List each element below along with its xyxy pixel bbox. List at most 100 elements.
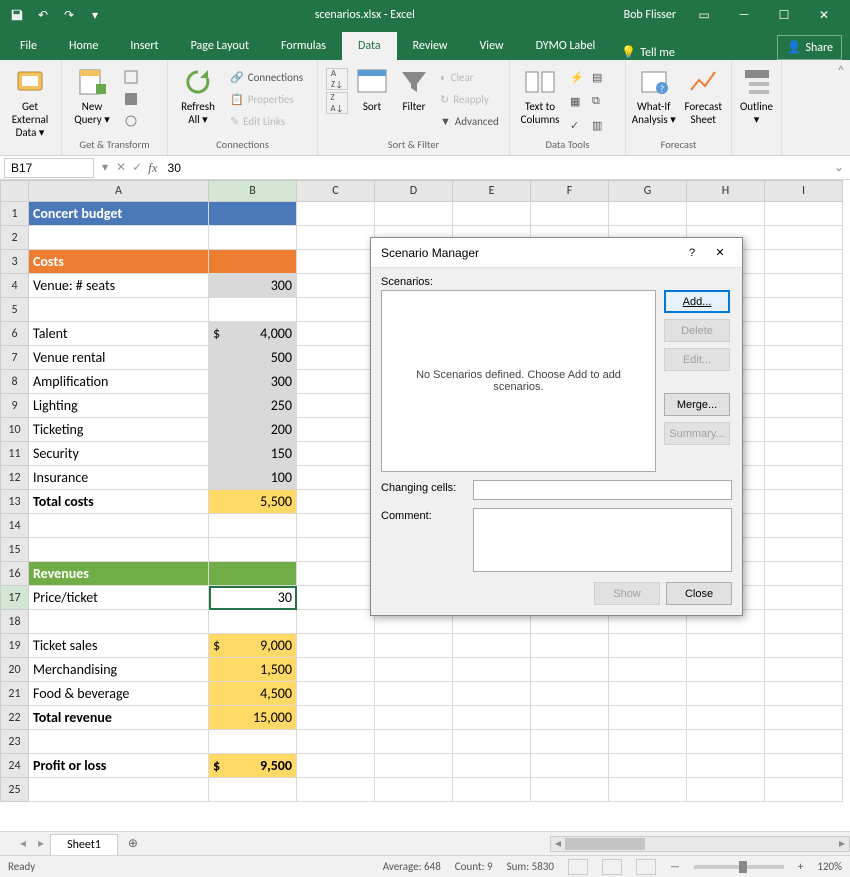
name-box[interactable]: [4, 158, 94, 178]
connections-button[interactable]: 🔗Connections: [226, 66, 307, 88]
cell-I6[interactable]: [765, 322, 843, 346]
cell-F21[interactable]: [531, 682, 609, 706]
namebox-dropdown[interactable]: ▾: [98, 160, 112, 175]
cell-I15[interactable]: [765, 538, 843, 562]
cell-D21[interactable]: [375, 682, 453, 706]
col-header-A[interactable]: A: [29, 181, 209, 202]
zoom-slider[interactable]: [694, 865, 784, 869]
cell-B3[interactable]: [209, 250, 297, 274]
cell-C14[interactable]: [297, 514, 375, 538]
cell-H20[interactable]: [687, 658, 765, 682]
scenarios-listbox[interactable]: No Scenarios defined. Choose Add to add …: [381, 290, 656, 472]
tab-review[interactable]: Review: [397, 32, 464, 60]
cell-B15[interactable]: [209, 538, 297, 562]
relationships-button[interactable]: ⧉: [590, 90, 610, 112]
sheet-nav-next[interactable]: ▸: [32, 836, 50, 851]
cell-B12[interactable]: 100: [209, 466, 297, 490]
cell-C20[interactable]: [297, 658, 375, 682]
cell-B21[interactable]: 4,500: [209, 682, 297, 706]
cell-I4[interactable]: [765, 274, 843, 298]
cell-G20[interactable]: [609, 658, 687, 682]
cell-B10[interactable]: 200: [209, 418, 297, 442]
cell-I14[interactable]: [765, 514, 843, 538]
cell-F22[interactable]: [531, 706, 609, 730]
cell-A17[interactable]: Price/ticket: [29, 586, 209, 610]
accept-formula-icon[interactable]: ✓: [132, 160, 142, 175]
cell-C22[interactable]: [297, 706, 375, 730]
cell-A16[interactable]: Revenues: [29, 562, 209, 586]
data-validation-button[interactable]: ✓: [568, 114, 588, 136]
row-header-12[interactable]: 12: [1, 466, 29, 490]
cell-A2[interactable]: [29, 226, 209, 250]
cell-C8[interactable]: [297, 370, 375, 394]
cell-I2[interactable]: [765, 226, 843, 250]
cell-A14[interactable]: [29, 514, 209, 538]
cell-H23[interactable]: [687, 730, 765, 754]
col-header-I[interactable]: I: [765, 181, 843, 202]
collapse-ribbon-button[interactable]: ^: [838, 64, 844, 78]
cell-A7[interactable]: Venue rental: [29, 346, 209, 370]
cell-F19[interactable]: [531, 634, 609, 658]
sort-za-button[interactable]: ZA↓: [326, 92, 348, 114]
cell-I11[interactable]: [765, 442, 843, 466]
cell-H1[interactable]: [687, 202, 765, 226]
cell-I24[interactable]: [765, 754, 843, 778]
cell-A13[interactable]: Total costs: [29, 490, 209, 514]
cell-C3[interactable]: [297, 250, 375, 274]
minimize-button[interactable]: —: [724, 3, 764, 27]
maximize-button[interactable]: ☐: [764, 3, 804, 27]
cell-B16[interactable]: [209, 562, 297, 586]
cell-C16[interactable]: [297, 562, 375, 586]
cell-B2[interactable]: [209, 226, 297, 250]
cell-C25[interactable]: [297, 778, 375, 802]
consolidate-button[interactable]: ▤: [590, 66, 610, 88]
comment-field[interactable]: [473, 508, 732, 572]
row-header-19[interactable]: 19: [1, 634, 29, 658]
cell-B17[interactable]: 30: [209, 586, 297, 610]
tab-insert[interactable]: Insert: [114, 32, 174, 60]
cell-A9[interactable]: Lighting: [29, 394, 209, 418]
cell-E1[interactable]: [453, 202, 531, 226]
cancel-formula-icon[interactable]: ✕: [116, 160, 126, 175]
outline-button[interactable]: Outline ▾: [736, 62, 777, 136]
tab-view[interactable]: View: [464, 32, 520, 60]
cell-A3[interactable]: Costs: [29, 250, 209, 274]
sort-az-button[interactable]: AZ↓: [326, 68, 348, 90]
cell-E25[interactable]: [453, 778, 531, 802]
cell-I22[interactable]: [765, 706, 843, 730]
row-header-20[interactable]: 20: [1, 658, 29, 682]
zoom-in-button[interactable]: +: [798, 860, 803, 873]
close-window-button[interactable]: ✕: [804, 3, 844, 27]
row-header-16[interactable]: 16: [1, 562, 29, 586]
page-layout-view-button[interactable]: [602, 859, 622, 875]
row-header-11[interactable]: 11: [1, 442, 29, 466]
properties-button[interactable]: 📋Properties: [226, 88, 307, 110]
row-header-18[interactable]: 18: [1, 610, 29, 634]
cell-B22[interactable]: 15,000: [209, 706, 297, 730]
cell-D1[interactable]: [375, 202, 453, 226]
cell-A24[interactable]: Profit or loss: [29, 754, 209, 778]
from-table-button[interactable]: [120, 88, 142, 110]
normal-view-button[interactable]: [568, 859, 588, 875]
cell-G24[interactable]: [609, 754, 687, 778]
cell-B1[interactable]: [209, 202, 297, 226]
cell-C10[interactable]: [297, 418, 375, 442]
expand-formula-bar[interactable]: ⌄: [828, 160, 850, 175]
changing-cells-field[interactable]: [473, 480, 732, 500]
row-header-25[interactable]: 25: [1, 778, 29, 802]
whatif-analysis-button[interactable]: ?What-If Analysis ▾: [630, 62, 678, 136]
col-header-C[interactable]: C: [297, 181, 375, 202]
ribbon-display-button[interactable]: ▭: [684, 3, 724, 27]
cell-I5[interactable]: [765, 298, 843, 322]
cell-F20[interactable]: [531, 658, 609, 682]
row-header-15[interactable]: 15: [1, 538, 29, 562]
cell-C4[interactable]: [297, 274, 375, 298]
cell-I13[interactable]: [765, 490, 843, 514]
cell-C12[interactable]: [297, 466, 375, 490]
show-queries-button[interactable]: [120, 66, 142, 88]
cell-C24[interactable]: [297, 754, 375, 778]
cell-C15[interactable]: [297, 538, 375, 562]
cell-I9[interactable]: [765, 394, 843, 418]
cell-G19[interactable]: [609, 634, 687, 658]
cell-C2[interactable]: [297, 226, 375, 250]
